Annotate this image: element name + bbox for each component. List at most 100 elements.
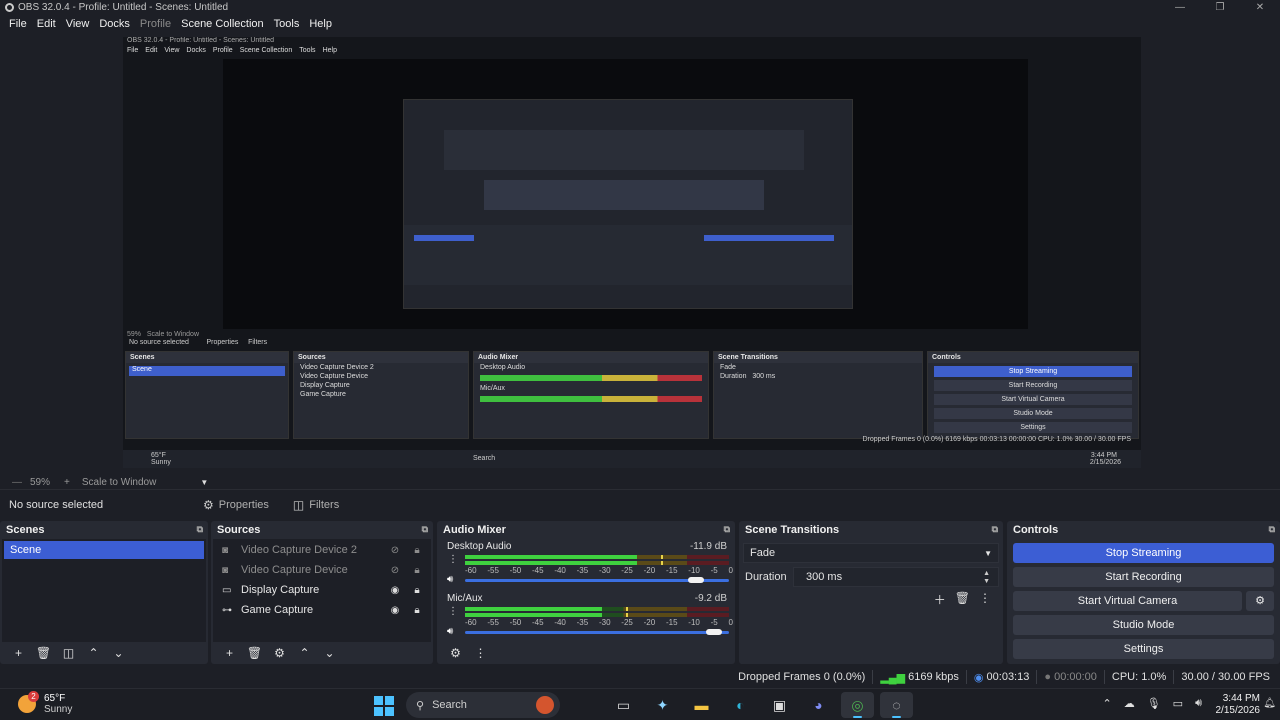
eye-slash-icon[interactable]: ⊘ — [384, 545, 406, 556]
properties-button[interactable]: ⚙ Properties — [194, 495, 278, 515]
virtual-camera-settings-button[interactable]: ⚙ — [1246, 591, 1274, 611]
stop-streaming-button[interactable]: Stop Streaming — [1013, 543, 1274, 563]
onedrive-icon[interactable]: ☁ — [1124, 697, 1135, 710]
edge-icon[interactable]: ◐ — [724, 692, 757, 718]
chevron-down-icon[interactable]: ▼ — [200, 478, 208, 487]
db-scale: -60 -55 -50 -45 -40 -35 -30 -25 -20 -15 -10 -5 0 — [465, 618, 733, 627]
scenes-dock: Scenes ⧉ Scene + 🗑 ◫ ⌃ ⌄ — [0, 521, 208, 664]
trash-icon[interactable]: 🗑 — [242, 646, 267, 660]
nested-dock-title: Controls — [928, 352, 1138, 363]
lock-icon[interactable]: 🔒︎ — [406, 585, 428, 596]
chevron-up-icon[interactable]: ⌃ — [292, 646, 317, 660]
scale-mode-select[interactable]: Scale to Window — [82, 477, 156, 488]
scenes-title: Scenes — [6, 523, 45, 536]
undock-icon[interactable]: ⧉ — [1269, 524, 1275, 535]
notification-bell-icon[interactable]: 🔔︎ — [1263, 698, 1276, 709]
menu-docks[interactable]: Docks — [99, 18, 130, 30]
source-row[interactable]: ◙ Video Capture Device ⊘ 🔒︎ — [213, 560, 431, 580]
eye-slash-icon[interactable]: ⊘ — [384, 565, 406, 576]
menu-view[interactable]: View — [66, 18, 90, 30]
volume-slider[interactable] — [465, 629, 729, 635]
task-view-icon[interactable]: ▭ — [607, 692, 640, 718]
sources-dock-header: Sources ⧉ — [211, 521, 433, 538]
menu-scene-collection[interactable]: Scene Collection — [181, 18, 264, 30]
lock-icon[interactable]: 🔒︎ — [406, 545, 428, 556]
source-row[interactable]: ⊶ Game Capture ◉ 🔒︎ — [213, 600, 431, 620]
undock-icon[interactable]: ⧉ — [992, 524, 998, 535]
sources-toolbar: + 🗑 ⚙ ⌃ ⌄ — [211, 642, 433, 664]
kebab-menu-icon[interactable]: ⋮ — [448, 606, 458, 617]
kebab-menu-icon[interactable]: ⋮ — [448, 554, 458, 565]
filters-button[interactable]: ◫ Filters — [284, 495, 348, 515]
undock-icon[interactable]: ⧉ — [724, 524, 730, 535]
gear-icon: ⚙ — [1255, 595, 1265, 607]
obs-icon[interactable]: ◌ — [880, 692, 913, 718]
source-row[interactable]: ◙ Video Capture Device 2 ⊘ 🔒︎ — [213, 540, 431, 560]
lock-icon[interactable]: 🔒︎ — [406, 605, 428, 616]
volume-knob[interactable] — [688, 577, 705, 583]
kebab-menu-icon[interactable]: ⋮ — [468, 646, 493, 660]
kebab-menu-icon[interactable]: ⋮ — [979, 591, 991, 608]
taskbar-clock[interactable]: 3:44 PM 2/15/2026 — [1216, 693, 1261, 717]
minus-icon[interactable]: — — [12, 477, 22, 488]
minimize-button[interactable]: — — [1160, 0, 1200, 15]
gear-icon[interactable]: ⚙ — [267, 646, 292, 660]
speaker-icon[interactable]: 🔊︎ — [447, 574, 453, 585]
source-row[interactable]: ▭ Display Capture ◉ 🔒︎ — [213, 580, 431, 600]
close-button[interactable]: ✕ — [1240, 0, 1280, 15]
volume-knob[interactable] — [705, 629, 722, 635]
microphone-icon[interactable]: 🎙︎ — [1147, 697, 1161, 710]
maximize-button[interactable]: ❐ — [1200, 0, 1240, 15]
nested-meter — [480, 396, 702, 402]
nested-duration-label: Duration — [720, 373, 747, 380]
undock-icon[interactable]: ⧉ — [197, 524, 203, 535]
menu-file[interactable]: File — [9, 18, 27, 30]
chrome-icon[interactable]: ◎ — [841, 692, 874, 718]
undock-icon[interactable]: ⧉ — [422, 524, 428, 535]
obs-logo-icon — [5, 3, 14, 12]
zoom-in-button[interactable]: + — [64, 477, 70, 488]
volume-slider[interactable] — [465, 577, 729, 583]
scene-transitions-dock: Scene Transitions ⧉ Fade ▼ Duration 300 … — [739, 521, 1003, 664]
trash-icon[interactable]: 🗑 — [31, 646, 56, 660]
add-transition-button[interactable]: ＋ — [934, 591, 946, 608]
duration-spinner[interactable]: ▲ ▼ — [983, 570, 990, 586]
store-icon[interactable]: ▣ — [763, 692, 796, 718]
discord-icon[interactable]: ◕ — [802, 692, 835, 718]
windows-start-icon[interactable] — [374, 696, 394, 716]
file-explorer-icon[interactable]: ▬ — [685, 692, 718, 718]
menu-profile[interactable]: Profile — [140, 18, 171, 30]
copilot-icon[interactable]: ✦ — [646, 692, 679, 718]
scene-filters-icon[interactable]: ◫ — [56, 646, 81, 660]
add-source-button[interactable]: + — [217, 646, 242, 660]
menu-edit[interactable]: Edit — [37, 18, 56, 30]
mixer-settings-icon[interactable]: ⚙ — [443, 646, 468, 660]
duration-input[interactable]: 300 ms ▲ ▼ — [793, 567, 999, 587]
network-icon[interactable]: ▭ — [1173, 697, 1183, 710]
menu-tools[interactable]: Tools — [274, 18, 300, 30]
weather-widget[interactable]: 2 65°F Sunny — [18, 691, 72, 715]
preview-canvas[interactable]: OBS 32.0.4 - Profile: Untitled - Scenes:… — [0, 33, 1280, 475]
chevron-down-icon[interactable]: ⌄ — [317, 646, 342, 660]
chevron-up-icon[interactable]: ⌃ — [1102, 697, 1111, 710]
transition-select[interactable]: Fade ▼ — [743, 543, 999, 563]
volume-icon[interactable]: 🔊︎ — [1195, 697, 1202, 710]
nested-menu-item: Profile — [212, 47, 233, 54]
eye-icon[interactable]: ◉ — [384, 605, 406, 616]
menu-help[interactable]: Help — [309, 18, 332, 30]
studio-mode-button[interactable]: Studio Mode — [1013, 615, 1274, 635]
add-scene-button[interactable]: + — [6, 646, 31, 660]
chevron-up-icon[interactable]: ⌃ — [81, 646, 106, 660]
nested-meter — [480, 375, 702, 381]
chevron-down-icon[interactable]: ⌄ — [106, 646, 131, 660]
mixer-toolbar: ⚙ ⋮ — [437, 642, 735, 664]
eye-icon[interactable]: ◉ — [384, 585, 406, 596]
trash-icon[interactable]: 🗑 — [955, 591, 970, 608]
taskbar-search[interactable]: ⚲ Search — [406, 692, 560, 718]
start-virtual-camera-button[interactable]: Start Virtual Camera — [1013, 591, 1242, 611]
scene-item[interactable]: Scene — [4, 541, 204, 559]
speaker-icon[interactable]: 🔊︎ — [447, 626, 453, 637]
start-recording-button[interactable]: Start Recording — [1013, 567, 1274, 587]
settings-button[interactable]: Settings — [1013, 639, 1274, 659]
lock-icon[interactable]: 🔒︎ — [406, 565, 428, 576]
